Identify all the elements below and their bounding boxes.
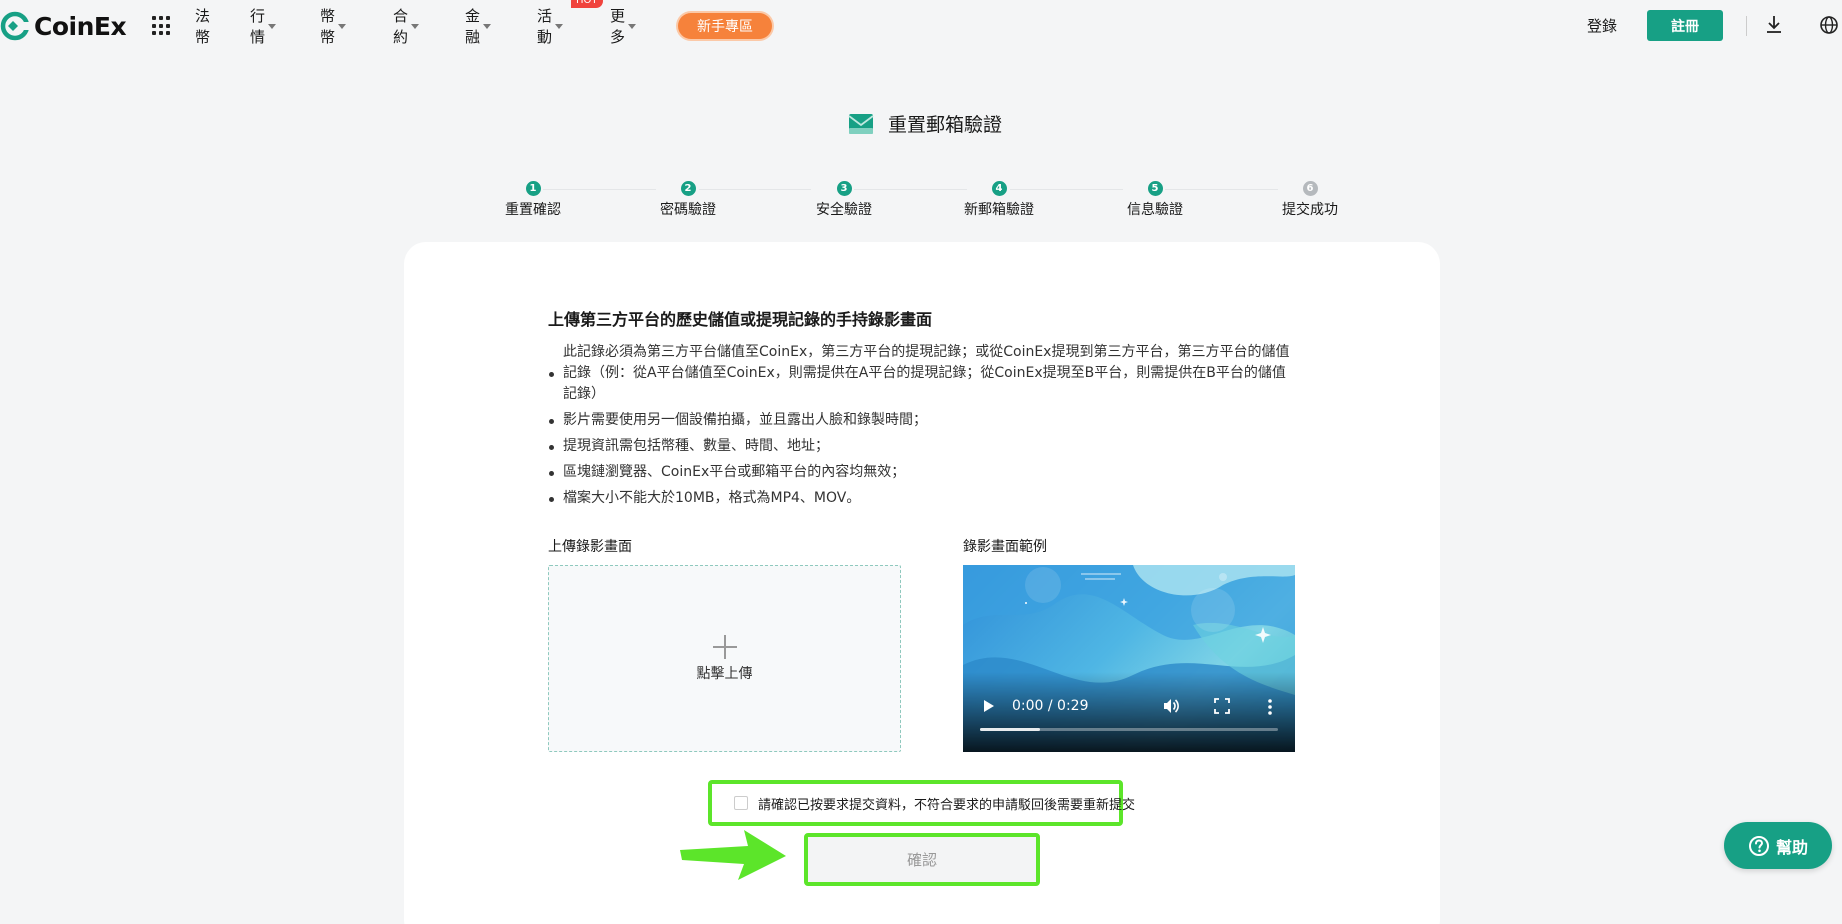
step-label: 安全驗證 <box>816 202 872 218</box>
nav-item-futures[interactable]: 合約 <box>393 5 420 47</box>
step-number: 5 <box>1147 181 1163 196</box>
play-icon[interactable] <box>983 699 995 713</box>
nav-item-markets[interactable]: 行情 <box>250 5 277 47</box>
chevron-down-icon <box>628 23 637 29</box>
nav-item-label: 金融 <box>465 7 481 46</box>
help-button[interactable]: 幫助 <box>1724 822 1832 869</box>
nav-item-label: 法幣 <box>195 7 211 46</box>
step-1: 1 重置確認 <box>473 181 593 219</box>
example-video-player[interactable]: 0:00 / 0:29 <box>963 565 1295 752</box>
requirements-list: 此記錄必須為第三方平台儲值至CoinEx，第三方平台的提現記錄；或從CoinEx… <box>548 342 1298 514</box>
chevron-down-icon <box>338 23 347 29</box>
step-4: 4 新郵箱驗證 <box>939 181 1059 219</box>
volume-icon[interactable] <box>1162 697 1180 715</box>
hot-badge: HOT <box>571 0 603 8</box>
step-progress: 1 重置確認 2 密碼驗證 3 安全驗證 4 新郵箱驗證 5 信息驗證 6 提交… <box>0 181 1842 221</box>
upload-action-text: 點擊上傳 <box>696 665 753 682</box>
nav-item-label: 更多 <box>610 7 626 46</box>
video-upload-dropzone[interactable]: 點擊上傳 <box>548 565 901 752</box>
step-label: 提交成功 <box>1282 202 1338 218</box>
page-header: 重置郵箱驗證 <box>848 110 1002 137</box>
video-progress-fill <box>980 728 1040 731</box>
top-nav: CoinEx 法幣 行情 幣幣 合約 金融 活動 HOT 更多 新手專區 登錄 … <box>0 0 1842 52</box>
nav-divider <box>1746 16 1747 36</box>
help-label: 幫助 <box>1775 837 1808 857</box>
confirmation-checkbox-row[interactable]: 請確認已按要求提交資料，不符合要求的申請駁回後需要重新提交 <box>708 780 1135 826</box>
arrow-annotation-icon <box>680 830 786 880</box>
list-item: 檔案大小不能大於10MB，格式為MP4、MOV。 <box>548 488 1298 509</box>
chevron-down-icon <box>268 23 277 29</box>
list-item: 影片需要使用另一個設備拍攝，並且露出人臉和錄製時間； <box>548 410 1298 431</box>
step-label: 重置確認 <box>505 202 561 218</box>
plus-icon <box>712 634 737 659</box>
globe-icon[interactable] <box>1819 15 1839 35</box>
example-label: 錄影畫面範例 <box>963 539 1047 555</box>
step-label: 密碼驗證 <box>660 202 716 218</box>
nav-item-spot[interactable]: 幣幣 <box>320 5 347 47</box>
nav-item-fiat[interactable]: 法幣 <box>195 5 210 47</box>
list-item: 此記錄必須為第三方平台儲值至CoinEx，第三方平台的提現記錄；或從CoinEx… <box>548 342 1298 405</box>
coinex-logo[interactable]: CoinEx <box>0 10 127 42</box>
download-icon[interactable] <box>1765 14 1783 36</box>
coinex-logo-icon <box>0 11 30 41</box>
upload-label: 上傳錄影畫面 <box>548 539 632 555</box>
section-title: 上傳第三方平台的歷史儲值或提現記錄的手持錄影畫面 <box>548 310 933 329</box>
list-item: 提現資訊需包括幣種、數量、時間、地址； <box>548 436 1298 457</box>
step-number: 4 <box>991 181 1007 196</box>
more-options-icon[interactable] <box>1267 698 1273 716</box>
chevron-down-icon <box>555 23 564 29</box>
step-label: 信息驗證 <box>1127 202 1183 218</box>
step-number: 2 <box>680 181 696 196</box>
nav-item-events[interactable]: 活動 HOT <box>537 0 603 47</box>
list-item: 區塊鏈瀏覽器、CoinEx平台或郵箱平台的內容均無效； <box>548 462 1298 483</box>
fullscreen-icon[interactable] <box>1214 698 1230 714</box>
nav-item-finance[interactable]: 金融 <box>465 5 492 47</box>
step-5: 5 信息驗證 <box>1095 181 1215 219</box>
nav-item-label: 合約 <box>393 7 409 46</box>
chevron-down-icon <box>411 23 420 29</box>
video-time: 0:00 / 0:29 <box>1012 698 1089 714</box>
brand-name: CoinEx <box>34 11 127 41</box>
mail-icon <box>848 113 874 134</box>
step-number: 3 <box>836 181 852 196</box>
nav-item-more[interactable]: 更多 <box>610 5 637 47</box>
chevron-down-icon <box>483 23 492 29</box>
nav-item-label: 幣幣 <box>320 7 336 46</box>
step-number: 6 <box>1302 181 1318 196</box>
confirm-text: 請確認已按要求提交資料，不符合要求的申請駁回後需要重新提交 <box>758 797 1136 813</box>
help-icon <box>1748 835 1769 856</box>
step-3: 3 安全驗證 <box>784 181 904 219</box>
confirm-checkbox[interactable] <box>734 796 748 810</box>
step-6: 6 提交成功 <box>1250 181 1370 219</box>
nav-item-label: 行情 <box>250 7 266 46</box>
video-progress-bar[interactable] <box>980 728 1278 731</box>
login-link[interactable]: 登錄 <box>1587 15 1617 36</box>
submit-button[interactable]: 確認 <box>804 833 1040 886</box>
step-number: 1 <box>525 181 541 196</box>
step-label: 新郵箱驗證 <box>964 202 1034 218</box>
apps-grid-icon[interactable] <box>152 16 172 36</box>
page-title: 重置郵箱驗證 <box>888 114 1003 136</box>
newbie-zone-button[interactable]: 新手專區 <box>678 13 772 39</box>
register-button[interactable]: 註冊 <box>1647 10 1723 41</box>
step-2: 2 密碼驗證 <box>628 181 748 219</box>
nav-item-label: 活動 <box>537 7 553 46</box>
